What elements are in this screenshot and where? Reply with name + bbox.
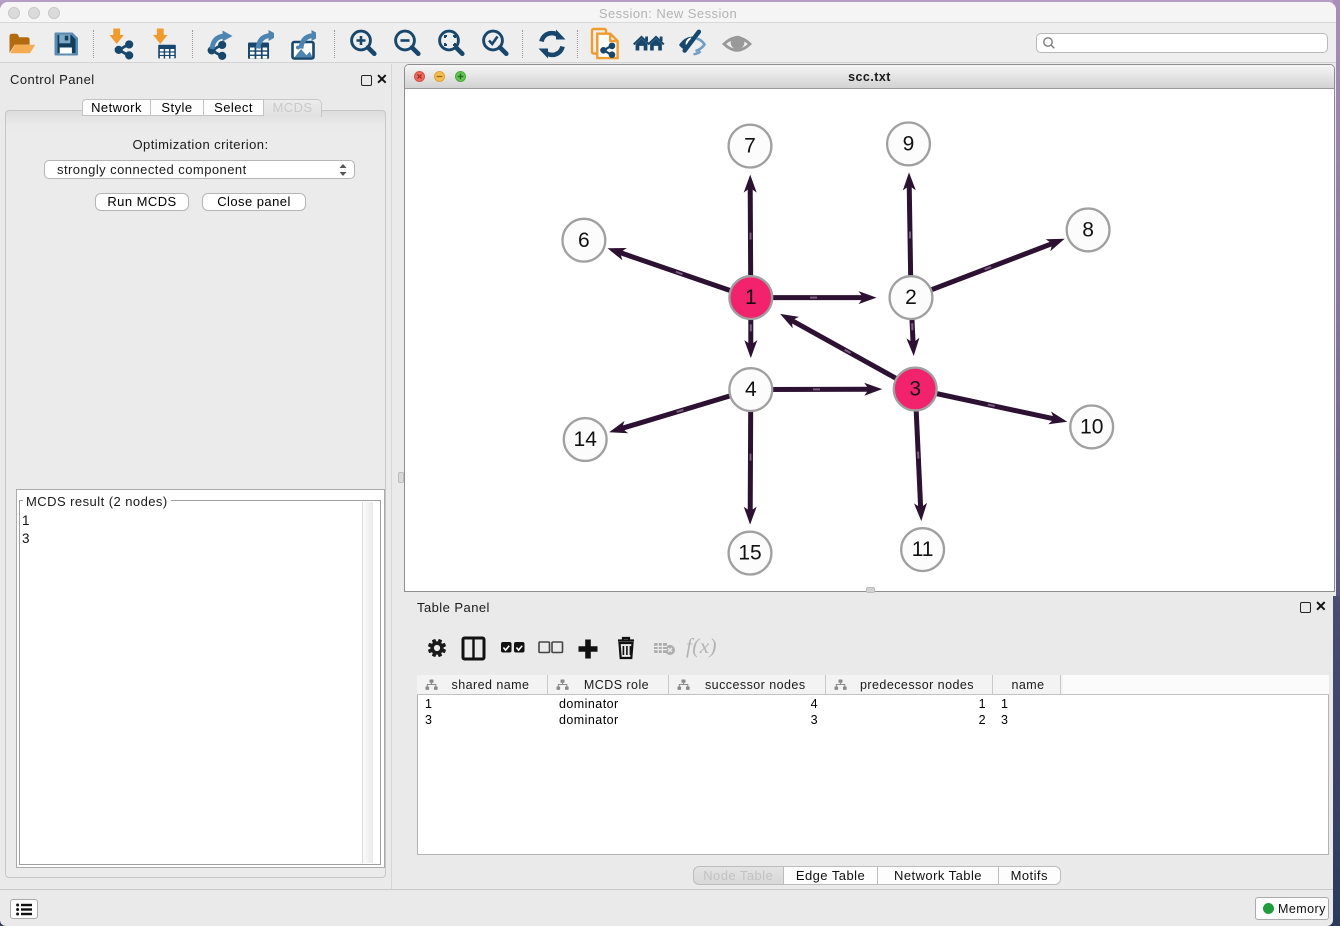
svg-text:2: 2 — [905, 286, 917, 309]
svg-text:9: 9 — [903, 133, 915, 156]
svg-text:3: 3 — [909, 378, 921, 401]
svg-text:7: 7 — [744, 135, 756, 158]
svg-text:8: 8 — [1082, 219, 1094, 242]
svg-text:11: 11 — [912, 538, 934, 561]
svg-text:15: 15 — [738, 542, 761, 565]
svg-text:14: 14 — [574, 428, 598, 451]
svg-text:6: 6 — [578, 229, 590, 252]
svg-text:10: 10 — [1080, 416, 1103, 439]
svg-text:1: 1 — [745, 286, 757, 309]
svg-text:4: 4 — [745, 378, 757, 401]
